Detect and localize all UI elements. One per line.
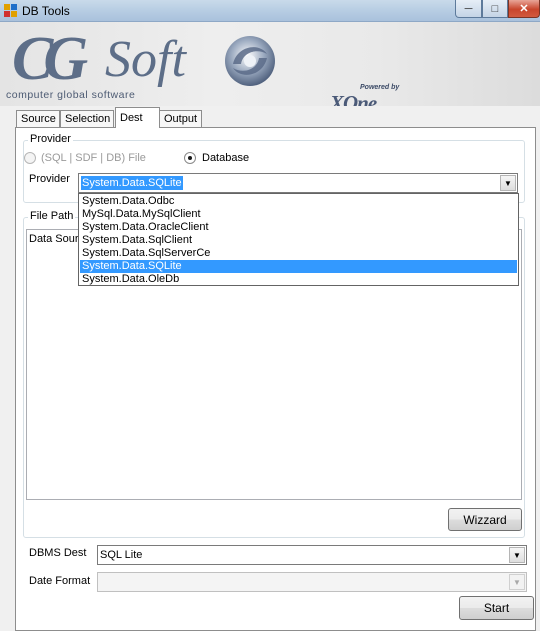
dropdown-option[interactable]: System.Data.SqlServerCe xyxy=(80,247,517,260)
minimize-button[interactable]: ─ xyxy=(455,0,482,18)
provider-combobox[interactable]: System.Data.SQLite ▼ xyxy=(78,173,518,193)
app-icon xyxy=(4,4,17,17)
start-button[interactable]: Start xyxy=(459,596,534,620)
wizzard-button[interactable]: Wizzard xyxy=(448,508,522,531)
provider-dropdown-list[interactable]: System.Data.Odbc MySql.Data.MySqlClient … xyxy=(78,193,519,286)
chevron-down-icon[interactable]: ▼ xyxy=(509,574,525,590)
powered-by-text: Powered by xyxy=(360,84,400,91)
tab-output[interactable]: Output xyxy=(159,110,202,127)
dropdown-option[interactable]: System.Data.OracleClient xyxy=(80,221,517,234)
datasource-text: Data Sour xyxy=(29,233,79,245)
dbms-dest-value: SQL Lite xyxy=(100,549,143,561)
xone-logo-text: XOne xyxy=(330,91,377,106)
database-radio-label[interactable]: Database xyxy=(202,152,249,164)
dbms-dest-combobox[interactable]: SQL Lite ▼ xyxy=(97,545,527,565)
logo-cg-text: CG xyxy=(12,25,88,93)
file-path-group-legend: File Path xyxy=(28,210,76,222)
chevron-down-icon[interactable]: ▼ xyxy=(509,547,525,563)
maximize-button[interactable]: □ xyxy=(482,0,508,18)
banner: CG Soft computer global software Powered… xyxy=(0,22,540,106)
provider-group-legend: Provider xyxy=(28,133,73,145)
chevron-down-icon[interactable]: ▼ xyxy=(500,175,516,191)
tab-dest[interactable]: Dest xyxy=(115,107,160,128)
dbms-dest-label: DBMS Dest xyxy=(29,547,87,559)
file-radio-label: (SQL | SDF | DB) File xyxy=(41,152,146,164)
logo-subtitle: computer global software xyxy=(6,89,136,101)
logo-soft-text: Soft xyxy=(105,31,186,88)
close-button[interactable]: ✕ xyxy=(508,0,540,18)
window-title: DB Tools xyxy=(22,4,70,18)
provider-combobox-value: System.Data.SQLite xyxy=(81,176,183,190)
swirl-logo-icon xyxy=(225,36,275,86)
tab-selection[interactable]: Selection xyxy=(60,110,114,127)
file-radio-button[interactable] xyxy=(24,152,36,164)
title-bar[interactable]: DB Tools ─ □ ✕ xyxy=(0,0,540,22)
dropdown-option-selected[interactable]: System.Data.SQLite xyxy=(80,260,517,273)
dropdown-option[interactable]: System.Data.Odbc xyxy=(80,195,517,208)
date-format-combobox[interactable]: ▼ xyxy=(97,572,527,592)
dropdown-option[interactable]: MySql.Data.MySqlClient xyxy=(80,208,517,221)
radio-checked-dot-icon xyxy=(188,156,192,160)
provider-label: Provider xyxy=(29,173,70,185)
tab-source[interactable]: Source xyxy=(16,110,60,127)
date-format-label: Date Format xyxy=(29,575,91,587)
dropdown-option[interactable]: System.Data.OleDb xyxy=(80,273,517,286)
dropdown-option[interactable]: System.Data.SqlClient xyxy=(80,234,517,247)
